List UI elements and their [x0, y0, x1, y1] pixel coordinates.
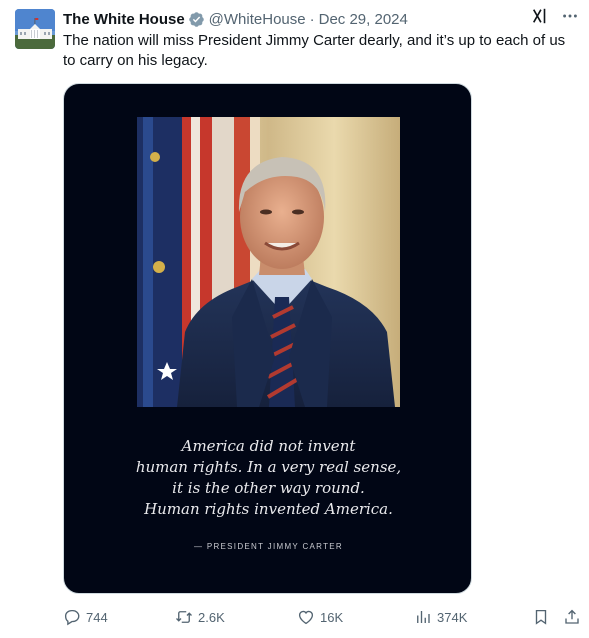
reply-icon	[64, 609, 80, 626]
bookmark-button[interactable]	[532, 606, 550, 628]
tweet: The White House @WhiteHouse · Dec 29, 20…	[0, 0, 589, 638]
avatar[interactable]	[15, 9, 55, 49]
quote-attribution: — PRESIDENT JIMMY CARTER	[194, 542, 343, 551]
separator-dot: ·	[309, 10, 315, 28]
tweet-media-image[interactable]: America did not invent human rights. In …	[63, 83, 472, 594]
quote-line: Human rights invented America.	[144, 500, 393, 518]
repost-count: 2.6K	[198, 609, 225, 625]
tweet-date[interactable]: Dec 29, 2024	[319, 11, 408, 28]
reply-count: 744	[86, 609, 108, 625]
portrait-photo	[137, 117, 400, 407]
tweet-header: The White House @WhiteHouse · Dec 29, 20…	[63, 9, 408, 29]
white-house-avatar-image	[15, 9, 55, 49]
quote-line: human rights. In a very real sense,	[135, 458, 402, 476]
tweet-text: The nation will miss President Jimmy Car…	[63, 32, 566, 69]
more-options-icon[interactable]	[561, 7, 579, 25]
tweet-action-bar: 744 2.6K 16K 374K	[63, 606, 581, 628]
repost-button[interactable]: 2.6K	[175, 606, 225, 628]
repost-icon	[176, 611, 192, 623]
heart-icon	[298, 610, 314, 625]
grok-icon[interactable]	[531, 7, 549, 25]
like-count: 16K	[320, 609, 344, 625]
views-button[interactable]: 374K	[414, 606, 467, 628]
quote-line: it is the other way round.	[172, 479, 365, 497]
analytics-icon	[417, 611, 430, 623]
quote-line: America did not invent	[181, 437, 356, 455]
verified-badge-icon[interactable]	[188, 11, 205, 28]
reply-button[interactable]: 744	[63, 606, 108, 628]
quote-text: America did not invent human rights. In …	[64, 436, 471, 520]
header-actions	[531, 7, 579, 25]
author-display-name[interactable]: The White House	[63, 11, 185, 28]
author-handle[interactable]: @WhiteHouse	[209, 11, 306, 28]
share-button[interactable]	[563, 606, 581, 628]
share-icon	[565, 609, 579, 624]
bookmark-icon	[535, 609, 547, 625]
views-count: 374K	[437, 609, 468, 625]
like-button[interactable]: 16K	[297, 606, 343, 628]
